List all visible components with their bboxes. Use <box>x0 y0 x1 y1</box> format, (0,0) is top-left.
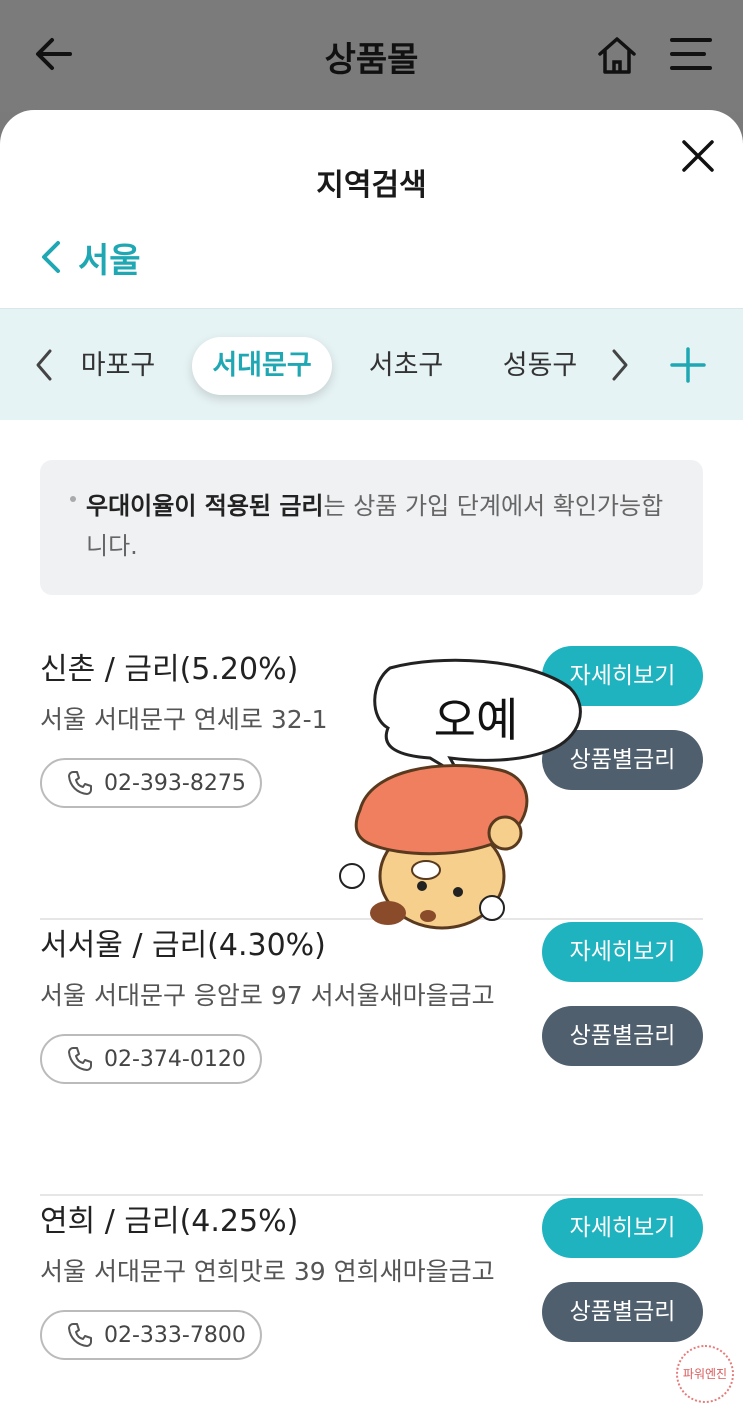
sticker-text: 오예 <box>434 693 519 747</box>
branch-name: 연희 / 금리(4.25%) <box>40 1204 299 1239</box>
phone-number: 02-374-0120 <box>104 1046 246 1072</box>
tab-next-icon[interactable] <box>608 347 632 383</box>
phone-button[interactable]: 02-374-0120 <box>40 1034 262 1084</box>
tab-seodaemun[interactable]: 서대문구 <box>192 337 332 395</box>
rate-button[interactable]: 상품별금리 <box>542 1006 703 1066</box>
close-icon[interactable] <box>678 136 718 176</box>
menu-icon[interactable] <box>668 34 714 74</box>
app-header: 상품몰 <box>0 0 743 112</box>
add-district-icon[interactable] <box>668 345 708 385</box>
bullet-dot <box>70 496 76 502</box>
detail-button[interactable]: 자세히보기 <box>542 1198 703 1258</box>
tab-seocho[interactable]: 서초구 <box>352 337 460 395</box>
tab-prev-icon[interactable] <box>32 347 56 383</box>
home-icon[interactable] <box>592 30 642 80</box>
region-search-sheet: 지역검색 서울 마포구 서대문구 서초구 성동구 우대이율이 적용된 금리는 상… <box>0 110 743 1422</box>
phone-icon <box>68 771 92 795</box>
rate-notice: 우대이율이 적용된 금리는 상품 가입 단계에서 확인가능합니다. <box>40 460 703 595</box>
watermark-stamp: 파워엔진 <box>676 1345 734 1403</box>
tab-seongdong[interactable]: 성동구 <box>486 337 594 395</box>
phone-number: 02-393-8275 <box>104 770 246 796</box>
notice-bold: 우대이율이 적용된 금리 <box>86 492 324 520</box>
branch-item: 서서울 / 금리(4.30%) 서울 서대문구 응암로 97 서서울새마을금고 … <box>40 920 703 1196</box>
branch-name: 신촌 / 금리(5.20%) <box>40 652 299 687</box>
branch-address: 서울 서대문구 연희맛로 39 연희새마을금고 <box>40 1257 495 1286</box>
phone-button[interactable]: 02-393-8275 <box>40 758 262 808</box>
chevron-left-icon <box>42 241 60 273</box>
city-label: 서울 <box>78 240 141 281</box>
branch-address: 서울 서대문구 응암로 97 서서울새마을금고 <box>40 981 495 1010</box>
city-back-link[interactable]: 서울 <box>38 232 141 282</box>
phone-icon <box>68 1323 92 1347</box>
district-tab-bar: 마포구 서대문구 서초구 성동구 <box>0 308 743 420</box>
sheet-title: 지역검색 <box>316 168 427 203</box>
branch-address: 서울 서대문구 연세로 32-1 <box>40 705 328 734</box>
branch-item: 연희 / 금리(4.25%) 서울 서대문구 연희맛로 39 연희새마을금고 0… <box>40 1196 703 1422</box>
branch-name: 서서울 / 금리(4.30%) <box>40 928 326 963</box>
rate-button[interactable]: 상품별금리 <box>542 1282 703 1342</box>
tab-mapo[interactable]: 마포구 <box>64 337 172 395</box>
phone-icon <box>68 1047 92 1071</box>
cheer-sticker: 오예 <box>339 658 582 930</box>
phone-button[interactable]: 02-333-7800 <box>40 1310 262 1360</box>
phone-number: 02-333-7800 <box>104 1322 246 1348</box>
